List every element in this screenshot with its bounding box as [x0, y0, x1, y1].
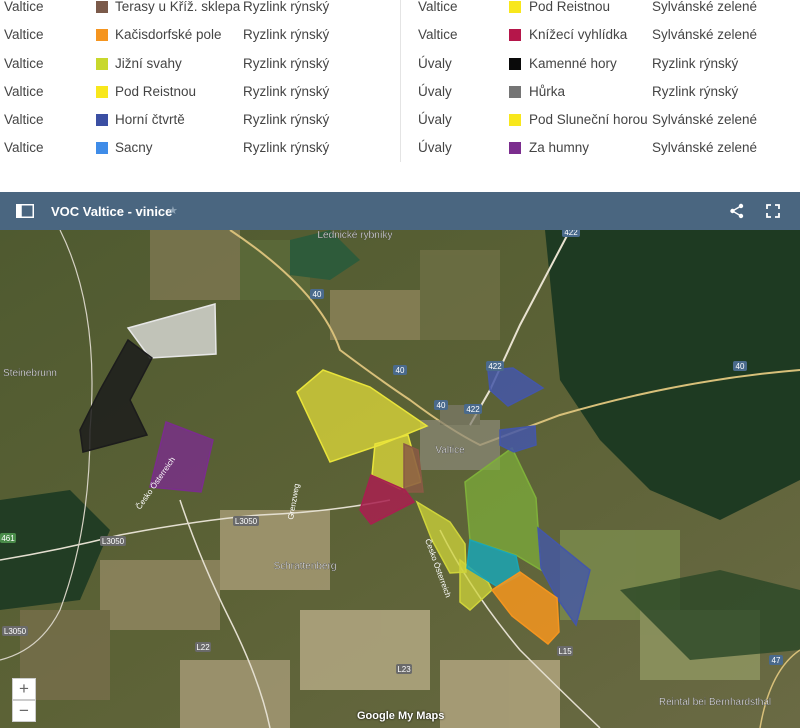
village-cell: Valtice — [4, 112, 44, 128]
legend-toggle-icon[interactable] — [16, 204, 34, 218]
vineyard-name-cell: Kačisdorfské pole — [115, 27, 222, 43]
vineyard-name-cell: Terasy u Kříž. sklepa — [115, 0, 241, 14]
legend-row: Valtice Knížecí vyhlídka Sylvánské zelené — [401, 28, 800, 56]
vineyard-name-cell: Pod Reistnou — [529, 0, 611, 14]
village-cell: Valtice — [418, 27, 458, 43]
legend-row: Valtice Kačisdorfské pole Ryzlink rýnský — [0, 28, 400, 56]
variety-cell: Ryzlink rýnský — [243, 27, 330, 43]
variety-cell: Ryzlink rýnský — [243, 83, 330, 99]
village-cell: Valtice — [418, 0, 458, 14]
vineyard-name-cell: Horní čtvrtě — [115, 112, 185, 128]
legend-row: Valtice Terasy u Kříž. sklepa Ryzlink rýns… — [0, 0, 400, 28]
star-icon[interactable]: ★ — [168, 204, 178, 217]
village-cell: Úvaly — [418, 112, 452, 128]
vineyard-name-cell: Jižní svahy — [115, 55, 182, 71]
color-swatch — [509, 29, 521, 42]
road-label: L15 — [558, 647, 572, 656]
zoom-in-button[interactable]: + — [12, 678, 36, 700]
village-cell: Valtice — [4, 27, 44, 43]
legend-row: Úvaly Hůrka Ryzlink rýnský — [401, 83, 800, 113]
road-label: L3050 — [102, 537, 125, 546]
vineyard-name-cell: Pod Sluneční horou — [529, 112, 648, 128]
variety-cell: Ryzlink rýnský — [243, 0, 330, 14]
legend-row: Úvaly Za humny Sylvánské zelené — [401, 141, 800, 169]
legend-row: Valtice Pod Reistnou Ryzlink rýnský — [0, 83, 400, 113]
color-swatch — [509, 114, 521, 127]
variety-cell: Ryzlink rýnský — [652, 83, 739, 99]
village-cell: Valtice — [4, 83, 44, 99]
legend-column-left: Valtice Terasy u Kříž. sklepa Ryzlink rýns… — [0, 0, 400, 170]
road-label: L3050 — [235, 517, 258, 526]
zoom-out-button[interactable]: − — [12, 700, 36, 722]
variety-cell: Ryzlink rýnský — [243, 140, 330, 156]
road-label: 422 — [564, 230, 578, 237]
fullscreen-icon[interactable] — [766, 204, 780, 218]
variety-cell: Ryzlink rýnský — [243, 55, 330, 71]
variety-cell: Sylvánské zelené — [652, 0, 758, 14]
vineyard-name-cell: Sacny — [115, 140, 153, 156]
color-swatch — [96, 114, 108, 127]
color-swatch — [96, 1, 108, 13]
legend-row: Valtice Horní čtvrtě Ryzlink rýnský — [0, 113, 400, 141]
map-title: VOC Valtice - vinice — [51, 204, 173, 219]
road-label: 47 — [772, 656, 781, 665]
color-swatch — [96, 85, 108, 98]
road-label: 422 — [488, 362, 502, 371]
village-cell: Úvaly — [418, 83, 452, 99]
embedded-map[interactable]: VOC Valtice - vinice ★ Lednické rybníky … — [0, 192, 800, 728]
village-cell: Valtice — [4, 140, 44, 156]
road-label: 40 — [437, 401, 446, 410]
variety-cell: Sylvánské zelené — [652, 112, 758, 128]
color-swatch — [509, 57, 521, 70]
village-cell: Valtice — [4, 0, 44, 14]
vineyard-name-cell: Kamenné hory — [529, 55, 617, 71]
vineyard-name-cell: Pod Reistnou — [115, 83, 197, 99]
place-label: Lednické rybníky — [317, 230, 392, 241]
vineyard-name-cell: Za humny — [529, 140, 590, 156]
color-swatch — [96, 142, 108, 155]
place-label: Valtice — [435, 445, 465, 456]
color-swatch — [96, 57, 108, 70]
color-swatch — [509, 142, 521, 155]
google-mymaps-attribution: Google My Maps — [357, 710, 445, 722]
place-label: Steinebrunn — [3, 368, 57, 379]
road-label: 461 — [1, 534, 15, 543]
variety-cell: Ryzlink rýnský — [652, 55, 739, 71]
road-label: L23 — [397, 665, 411, 674]
variety-cell: Sylvánské zelené — [652, 140, 758, 156]
legend-column-right: Valtice Pod Reistnou Sylvánské zelené Valt… — [400, 0, 800, 162]
map-header-bar: VOC Valtice - vinice ★ — [0, 192, 800, 230]
place-label: Reintal bei Bernhardsthal — [659, 697, 771, 708]
variety-cell: Ryzlink rýnský — [243, 112, 330, 128]
color-swatch — [96, 29, 108, 42]
road-label: 422 — [466, 405, 480, 414]
place-label: Schrattenberg — [274, 561, 337, 572]
village-cell: Úvaly — [418, 140, 452, 156]
road-label: 40 — [313, 290, 322, 299]
road-label: L22 — [196, 643, 210, 652]
share-icon[interactable] — [729, 203, 745, 219]
legend-row: Úvaly Pod Sluneční horou Sylvánské zelené — [401, 113, 800, 141]
road-label: L3050 — [4, 627, 27, 636]
vineyard-legend-table: Valtice Terasy u Kříž. sklepa Ryzlink rýns… — [0, 0, 800, 176]
village-cell: Valtice — [4, 55, 44, 71]
road-label: 40 — [396, 366, 405, 375]
satellite-map[interactable]: Lednické rybníky Steinebrunn Valtice Sch… — [0, 230, 800, 728]
color-swatch — [509, 85, 521, 98]
variety-cell: Sylvánské zelené — [652, 27, 758, 43]
road-label: 40 — [736, 362, 745, 371]
vineyard-name-cell: Knížecí vyhlídka — [529, 27, 628, 43]
legend-row: Valtice Jižní svahy Ryzlink rýnský — [0, 55, 400, 85]
legend-row: Úvaly Kamenné hory Ryzlink rýnský — [401, 55, 800, 85]
legend-row: Valtice Sacny Ryzlink rýnský — [0, 141, 400, 169]
village-cell: Úvaly — [418, 55, 452, 71]
legend-row: Valtice Pod Reistnou Sylvánské zelené — [401, 0, 800, 28]
color-swatch — [509, 1, 521, 13]
vineyard-name-cell: Hůrka — [529, 83, 566, 99]
